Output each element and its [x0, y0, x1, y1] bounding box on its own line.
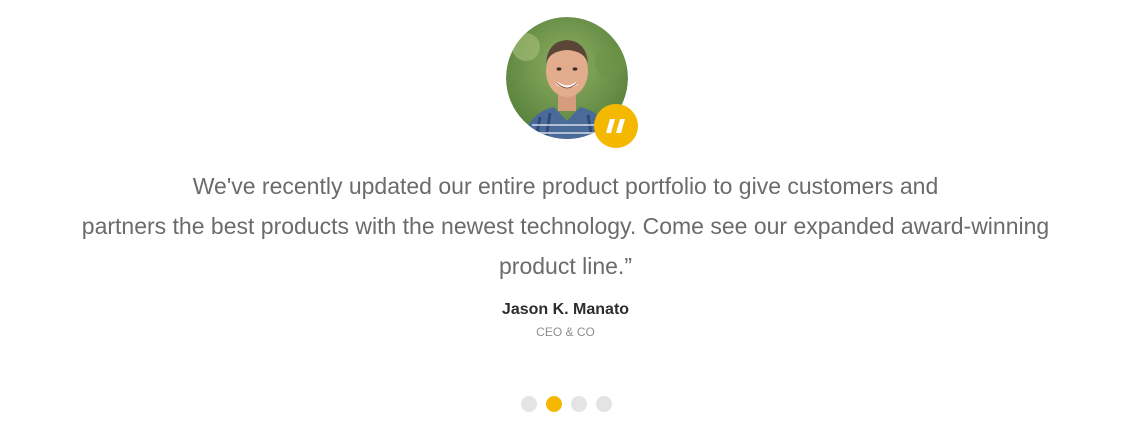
- carousel-pagination: [521, 396, 612, 412]
- quote-line: We've recently updated our entire produc…: [192, 173, 939, 199]
- avatar-container: [506, 17, 638, 148]
- quote-line: product line.”: [499, 253, 632, 279]
- pagination-dot-4[interactable]: [596, 396, 612, 412]
- author-role: CEO & CO: [536, 325, 595, 339]
- testimonial-slide: We've recently updated our entire produc…: [0, 0, 1131, 434]
- pagination-dot-1[interactable]: [521, 396, 537, 412]
- quote-line: partners the best products with the newe…: [81, 213, 1050, 239]
- author-name: Jason K. Manato: [501, 301, 630, 318]
- testimonial-quote: We've recently updated our entire produc…: [0, 166, 1131, 286]
- pagination-dot-3[interactable]: [571, 396, 587, 412]
- quote-badge: [594, 104, 638, 148]
- pagination-dot-2[interactable]: [546, 396, 562, 412]
- quote-icon: [606, 119, 625, 133]
